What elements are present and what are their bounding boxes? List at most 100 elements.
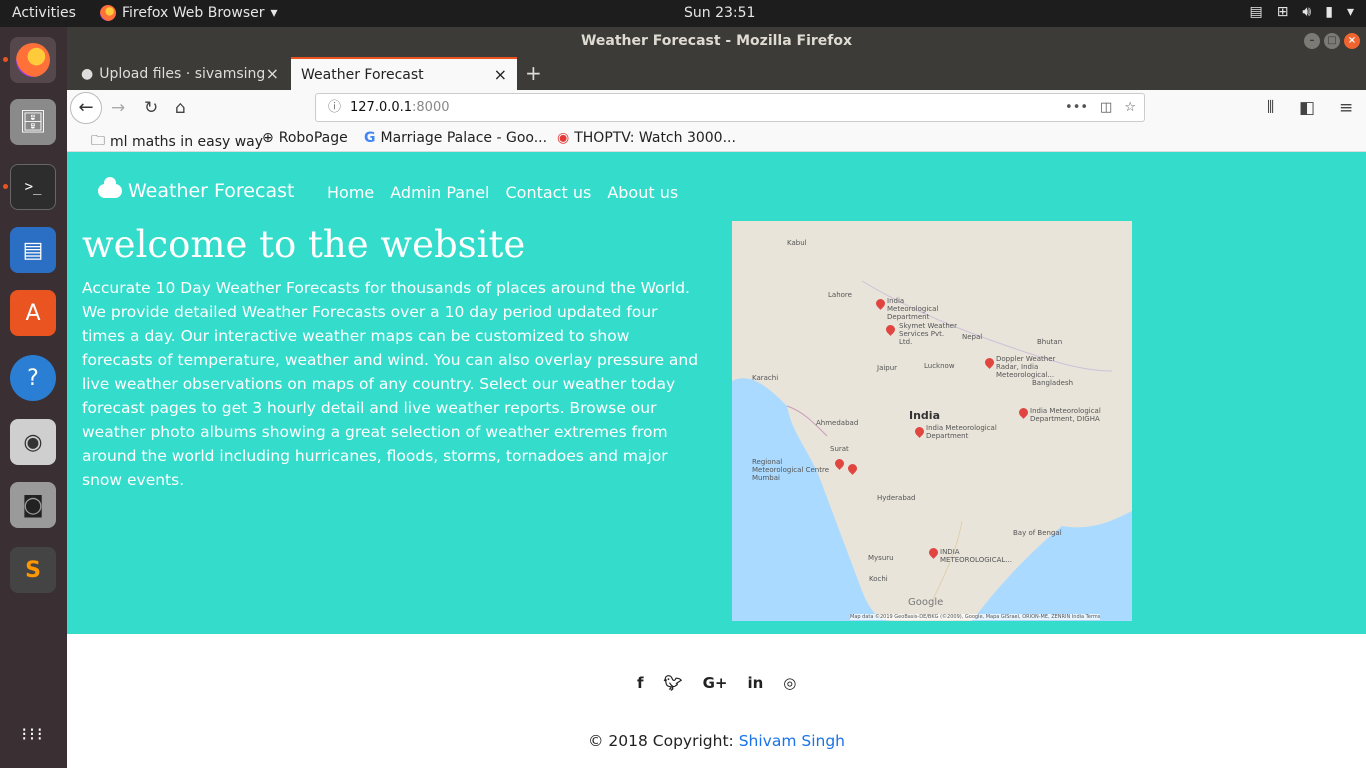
nav-home[interactable]: Home [327,183,374,202]
map-place: Kabul [787,239,807,247]
linkedin-icon[interactable]: in [747,674,763,692]
rhythmbox-launcher-icon[interactable]: ◉ [10,419,56,465]
files-launcher-icon[interactable]: 🗄︎ [10,99,56,145]
bookmark-marriage-palace[interactable]: G Marriage Palace - Goo... [364,130,547,146]
pocket-icon[interactable]: ◫ [1100,94,1112,121]
window-titlebar: Weather Forecast - Mozilla Firefox – □ × [67,27,1366,55]
marker-label: Skymet Weather Services Pvt. Ltd. [899,322,957,346]
bookmark-thoptv[interactable]: ◉ THOPTV: Watch 3000... [557,130,736,146]
cloud-icon [98,177,122,198]
page-heading: welcome to the website [82,223,526,266]
map-place: Lahore [828,291,852,299]
url-port: :8000 [412,100,450,115]
system-tray[interactable]: ▤ ⊞ 🔊︎ ▮ ▾ [1249,4,1354,20]
system-top-bar: Activities Firefox Web Browser ▾ Sun 23:… [0,0,1366,27]
new-tab-button[interactable]: + [525,61,542,85]
close-tab-icon[interactable]: × [494,65,507,84]
map-place: Hyderabad [877,494,916,502]
embedded-map[interactable]: Kabul Lahore Nepal Bhutan Bangladesh Jai… [732,221,1132,621]
map-place: Kochi [869,575,888,583]
hero-section: Weather Forecast Home Admin Panel Contac… [67,152,1366,634]
google-logo[interactable]: Google [908,597,943,608]
software-launcher-icon[interactable]: A [10,290,56,336]
page-actions-icon[interactable]: ••• [1065,94,1088,121]
map-place: Bay of Bengal [1013,529,1062,537]
activities-button[interactable]: Activities [12,5,76,21]
library-icon[interactable]: ⫴ [1267,98,1274,118]
app-menu-label: Firefox Web Browser [122,5,265,21]
bookmark-star-icon[interactable]: ☆ [1124,94,1136,121]
running-indicator [3,57,8,62]
map-attribution[interactable]: Map data ©2019 GeoBasis-DE/BKG (©2009), … [850,614,1101,620]
facebook-icon[interactable]: f [637,674,644,692]
bookmark-label: THOPTV: Watch 3000... [574,130,736,146]
app-menu[interactable]: Firefox Web Browser ▾ [100,5,278,21]
close-window-button[interactable]: × [1344,33,1360,49]
map-place: Mysuru [868,554,894,562]
marker-label: India Meteorological Department, DIGHA [1030,407,1101,423]
bookmark-ml-maths[interactable]: 🗀︎ ml maths in easy way [91,130,263,154]
keyboard-icon[interactable]: ▤ [1249,4,1262,20]
firefox-launcher-icon[interactable] [10,37,56,83]
menu-icon[interactable]: ≡ [1339,98,1353,118]
volume-icon[interactable]: 🔊︎ [1302,4,1311,20]
home-button[interactable]: ⌂ [175,98,186,118]
url-bar[interactable]: ⓘ 127.0.0.1:8000 ••• ◫ ☆ [315,93,1145,122]
map-place: Karachi [752,374,779,382]
globe-icon: ⊕ [262,130,274,146]
copyright: © 2018 Copyright: Shivam Singh [67,732,1366,750]
nav-admin-panel[interactable]: Admin Panel [390,183,489,202]
map-place: Jaipur [877,364,898,372]
navigation-toolbar: ← → ↻ ⌂ ⓘ 127.0.0.1:8000 ••• ◫ ☆ ⫴ ◧ ≡ [67,90,1366,126]
marker-label: India Meteorological Department [926,424,997,440]
terminal-launcher-icon[interactable]: >_ [10,164,56,210]
sublime-launcher-icon[interactable]: S [10,547,56,593]
github-icon: ● [81,65,94,82]
close-tab-icon[interactable]: × [266,64,279,83]
bookmark-robopage[interactable]: ⊕ RoboPage [262,130,348,146]
bookmark-label: RoboPage [278,130,348,146]
marker-label: India Meteorological Department [887,297,939,321]
tab-label: Weather Forecast [301,66,424,83]
back-button[interactable]: ← [70,92,102,124]
map-place: Lucknow [924,362,955,370]
forward-button[interactable]: → [111,98,125,118]
info-icon[interactable]: ⓘ [328,94,341,121]
tab-upload-files[interactable]: ● Upload files · sivamsingh × [71,57,289,90]
marker-label: Regional Meteorological Centre Mumbai [752,458,830,482]
intro-paragraph: Accurate 10 Day Weather Forecasts for th… [82,279,699,489]
google-plus-icon[interactable]: G+ [703,674,728,692]
camera-launcher-icon[interactable]: ◙ [10,482,56,528]
site-nav: Home Admin Panel Contact us About us [327,183,678,202]
writer-launcher-icon[interactable]: ▤ [10,227,56,273]
map-place: Bangladesh [1032,379,1074,387]
show-apps-icon[interactable]: ⁝⁝⁝ [10,711,56,757]
thoptv-icon: ◉ [557,130,570,146]
folder-icon: 🗀︎ [91,133,105,149]
sidebar-icon[interactable]: ◧ [1299,98,1315,118]
window-title: Weather Forecast - Mozilla Firefox [580,33,853,49]
tab-label: Upload files · sivamsingh [99,65,266,82]
reload-button[interactable]: ↻ [144,98,158,118]
tab-weather-forecast[interactable]: Weather Forecast × [291,57,517,90]
twitter-icon[interactable]: 🐦︎ [664,674,683,692]
url-host: 127.0.0.1 [350,100,413,115]
social-links: f 🐦︎ G+ in ◎ [637,674,796,692]
tab-strip: ● Upload files · sivamsingh × Weather Fo… [67,55,1366,90]
bookmark-label: Marriage Palace - Goo... [380,130,548,146]
copyright-author-link[interactable]: Shivam Singh [739,732,845,750]
network-icon[interactable]: ⊞ [1277,4,1289,20]
battery-icon[interactable]: ▮ [1325,4,1333,20]
dribbble-icon[interactable]: ◎ [783,674,796,692]
minimize-button[interactable]: – [1304,33,1320,49]
site-brand[interactable]: Weather Forecast [98,177,294,202]
copyright-prefix: © 2018 Copyright: [587,732,734,750]
map-place: Ahmedabad [816,419,859,427]
maximize-button[interactable]: □ [1324,33,1340,49]
help-launcher-icon[interactable]: ? [10,355,56,401]
google-icon: G [364,130,376,146]
clock[interactable]: Sun 23:51 [684,5,755,21]
nav-about-us[interactable]: About us [607,183,678,202]
power-menu-icon[interactable]: ▾ [1347,4,1354,20]
nav-contact-us[interactable]: Contact us [506,183,592,202]
